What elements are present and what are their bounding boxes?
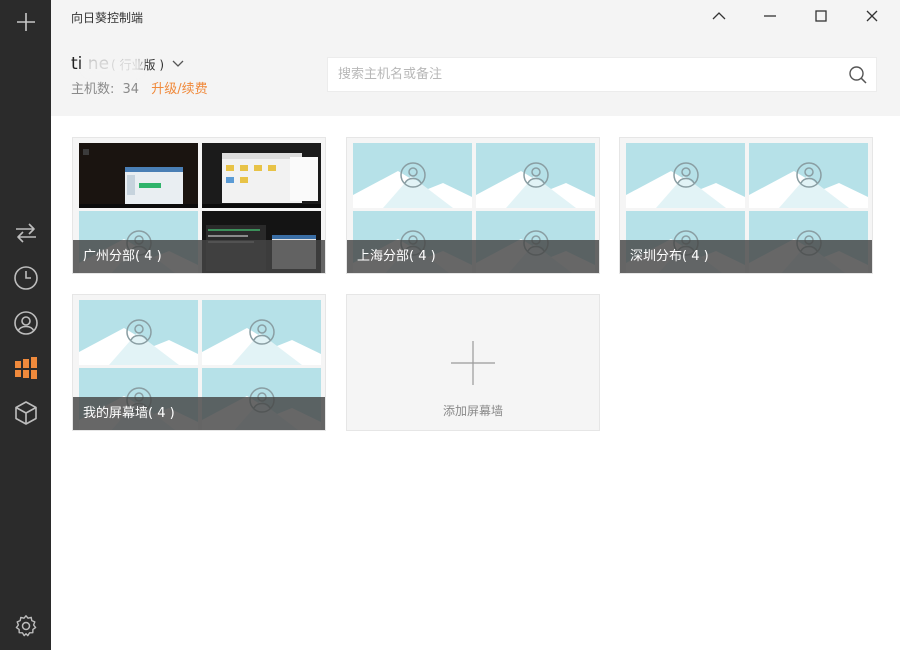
maximize-button[interactable] [806, 4, 836, 28]
host-thumbnail [79, 300, 198, 365]
name-redaction [83, 56, 143, 76]
close-icon [866, 10, 878, 22]
host-thumbnail [626, 143, 745, 208]
hosts-count-line: 主机数: 34 升级/续费 [71, 78, 208, 97]
minimize-icon [764, 15, 776, 17]
header: 向日葵控制端 ti ne ( 行业版 ) 主机数: 34 升级/续费 [51, 0, 900, 116]
host-thumbnail [202, 143, 321, 208]
screen-wall-card[interactable]: 深圳分布( 4 ) [619, 137, 873, 274]
add-screen-wall-label: 添加屏幕墙 [442, 404, 503, 418]
image-placeholder [626, 143, 745, 208]
desktop-screenshot [202, 143, 321, 208]
account-switcher[interactable]: ti ne ( 行业版 ) [71, 54, 184, 76]
wall-name: 广州分部( 4 ) [73, 240, 325, 273]
screen-wall-button[interactable] [0, 348, 51, 388]
close-button[interactable] [857, 4, 887, 28]
account-name: ti ne [71, 54, 143, 76]
gear-icon [15, 615, 36, 637]
plus-icon [451, 341, 495, 385]
image-placeholder [476, 143, 595, 208]
minimize-to-tray-button[interactable] [704, 4, 734, 28]
chevron-up-icon [712, 12, 726, 20]
minimize-button[interactable] [755, 4, 785, 28]
screen-wall-card[interactable]: 上海分部( 4 ) [346, 137, 600, 274]
discover-button[interactable] [0, 303, 51, 343]
desktop-screenshot [79, 143, 198, 208]
host-thumbnail [476, 143, 595, 208]
broadcast-icon [13, 311, 38, 335]
apps-button[interactable] [0, 393, 51, 433]
settings-button[interactable] [0, 606, 51, 646]
host-thumbnail [749, 143, 868, 208]
search-box [327, 57, 877, 92]
cube-icon [14, 401, 37, 425]
add-screen-wall-button[interactable]: 添加屏幕墙 [346, 294, 600, 431]
image-placeholder [202, 300, 321, 365]
grid-windows-icon [14, 357, 37, 379]
screen-wall-card[interactable]: 广州分部( 4 ) [72, 137, 326, 274]
search-input[interactable] [338, 58, 838, 91]
image-placeholder [353, 143, 472, 208]
host-thumbnail [353, 143, 472, 208]
wall-name: 我的屏幕墙( 4 ) [73, 397, 325, 430]
clock-icon [13, 266, 38, 290]
wall-name: 上海分部( 4 ) [347, 240, 599, 273]
image-placeholder [749, 143, 868, 208]
wall-name: 深圳分布( 4 ) [620, 240, 872, 273]
history-button[interactable] [0, 258, 51, 298]
chevron-down-icon[interactable] [172, 60, 184, 68]
swap-arrows-icon [15, 223, 36, 243]
maximize-icon [815, 10, 827, 22]
search-icon[interactable] [848, 65, 868, 85]
add-button[interactable] [0, 2, 51, 42]
hosts-label: 主机数: [71, 82, 115, 97]
host-thumbnail [202, 300, 321, 365]
upgrade-link[interactable]: 升级/续费 [151, 82, 207, 97]
plus-icon [16, 13, 35, 31]
sidebar [0, 0, 51, 650]
image-placeholder [79, 300, 198, 365]
host-thumbnail [79, 143, 198, 208]
app-title: 向日葵控制端 [71, 11, 144, 25]
hosts-count: 34 [122, 82, 140, 97]
screen-wall-card[interactable]: 我的屏幕墙( 4 ) [72, 294, 326, 431]
remote-connect-button[interactable] [0, 213, 51, 253]
